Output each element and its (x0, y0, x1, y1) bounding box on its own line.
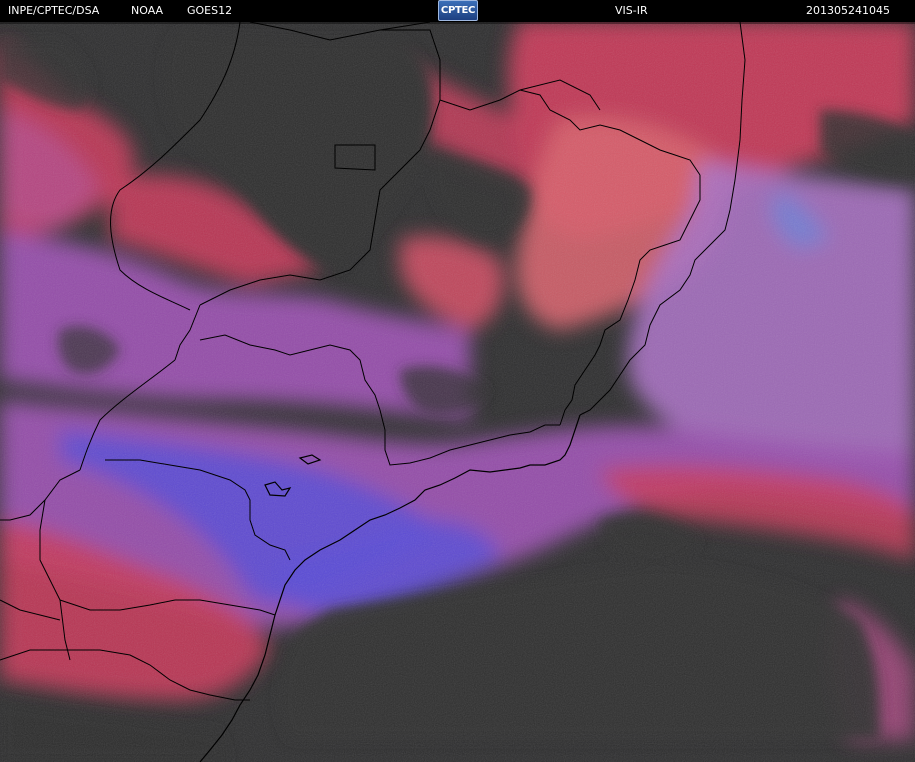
frame-edge (0, 22, 915, 24)
timestamp-label: 201305241045 (806, 4, 890, 17)
satellite-label: GOES12 (187, 4, 233, 17)
product-label: VIS-IR (615, 4, 648, 17)
image-texture (0, 22, 915, 762)
cptec-logo: CPTEC (438, 0, 478, 21)
source-label: NOAA (131, 4, 164, 17)
satellite-image (0, 22, 915, 762)
satellite-map (0, 22, 915, 762)
header-bar: INPE/CPTEC/DSA NOAA GOES12 CPTEC VIS-IR … (0, 0, 915, 22)
agency-label: INPE/CPTEC/DSA (8, 4, 100, 17)
